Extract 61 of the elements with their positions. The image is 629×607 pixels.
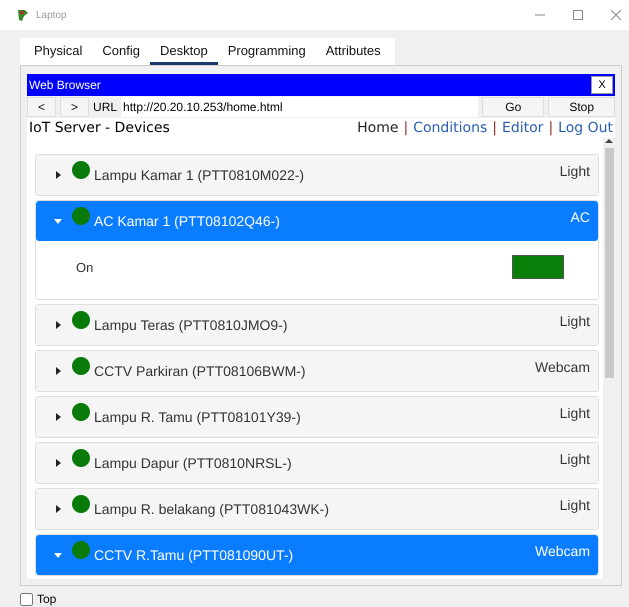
caret-right-icon[interactable]	[54, 367, 62, 375]
device-name: Lampu R. Tamu (PTT08101Y39-)	[94, 409, 301, 425]
tab[interactable]: Attributes	[316, 38, 391, 65]
device-row[interactable]: Lampu R. Tamu (PTT08101Y39-) Light	[36, 397, 598, 437]
caret-right-icon[interactable]	[54, 505, 62, 513]
nav-separator: |	[548, 120, 554, 136]
caret-down-icon[interactable]	[54, 217, 62, 225]
caret-right-icon[interactable]	[54, 321, 62, 329]
caret-down-icon[interactable]	[54, 551, 62, 559]
device-row[interactable]: Lampu R. belakang (PTT081043WK-) Light	[36, 489, 598, 529]
caret-right-icon[interactable]	[54, 459, 62, 467]
caret-right-icon[interactable]	[54, 413, 62, 421]
device-row[interactable]: CCTV Parkiran (PTT08106BWM-) Webcam	[36, 351, 598, 391]
device-row[interactable]: Lampu Kamar 1 (PTT0810M022-) Light	[36, 155, 598, 195]
device-type: AC	[570, 209, 590, 225]
caret-right-icon[interactable]	[54, 171, 62, 179]
laptop-app-icon	[16, 8, 30, 22]
nav-link[interactable]: Home	[357, 120, 398, 136]
top-checkbox[interactable]	[20, 592, 33, 606]
tab[interactable]: Physical	[24, 38, 92, 65]
close-button[interactable]: X	[591, 76, 613, 94]
checkbox-label: Top	[37, 592, 56, 606]
browser-title: Web Browser	[29, 78, 101, 92]
tab[interactable]: Config	[92, 38, 150, 65]
device-row[interactable]: CCTV R.Tamu (PTT081090UT-) Webcam	[36, 535, 598, 575]
device-type: Light	[560, 405, 590, 421]
stop-button[interactable]: Stop	[548, 97, 615, 117]
device-row[interactable]: Lampu Dapur (PTT0810NRSL-) Light	[36, 443, 598, 483]
page-title: IoT Server - Devices	[29, 120, 170, 136]
device-name: Lampu Dapur (PTT0810NRSL-)	[94, 455, 292, 471]
url-label: URL	[93, 100, 118, 114]
device-row[interactable]: Lampu Teras (PTT0810JMO9-) Light	[36, 305, 598, 345]
window-title: Laptop	[36, 10, 67, 20]
go-button[interactable]: Go	[482, 97, 544, 117]
device-type: Light	[560, 163, 590, 179]
device-type: Webcam	[535, 359, 590, 375]
scrollbar[interactable]	[603, 138, 615, 579]
device-name: Lampu Teras (PTT0810JMO9-)	[94, 317, 288, 333]
forward-button[interactable]: >	[60, 97, 90, 117]
device-name: CCTV R.Tamu (PTT081090UT-)	[94, 547, 294, 563]
device-type: Light	[560, 451, 590, 467]
nav-separator: |	[403, 120, 408, 136]
nav-link[interactable]: Conditions	[413, 120, 488, 136]
device-name: AC Kamar 1 (PTT08102Q46-)	[94, 213, 280, 229]
maximize-icon[interactable]	[573, 10, 583, 20]
device-type: Light	[560, 313, 590, 329]
device-name: Lampu Kamar 1 (PTT0810M022-)	[94, 167, 304, 183]
device-name: CCTV Parkiran (PTT08106BWM-)	[94, 363, 306, 379]
scroll-up-icon[interactable]	[605, 138, 613, 144]
device-type: Light	[560, 497, 590, 513]
device-row[interactable]: AC Kamar 1 (PTT08102Q46-) AC	[36, 201, 598, 241]
url-field[interactable]: http://20.20.10.253/home.html	[121, 97, 478, 117]
back-button[interactable]: <	[27, 97, 56, 117]
property-label: On	[76, 260, 94, 274]
device-name: Lampu R. belakang (PTT081043WK-)	[94, 501, 329, 517]
close-icon[interactable]	[611, 10, 621, 20]
nav-separator: |	[492, 120, 497, 136]
tab[interactable]: Programming	[218, 38, 316, 65]
device-type: Webcam	[535, 543, 590, 559]
nav-link[interactable]: Editor	[502, 120, 544, 136]
nav-link[interactable]: Log Out	[558, 120, 613, 136]
